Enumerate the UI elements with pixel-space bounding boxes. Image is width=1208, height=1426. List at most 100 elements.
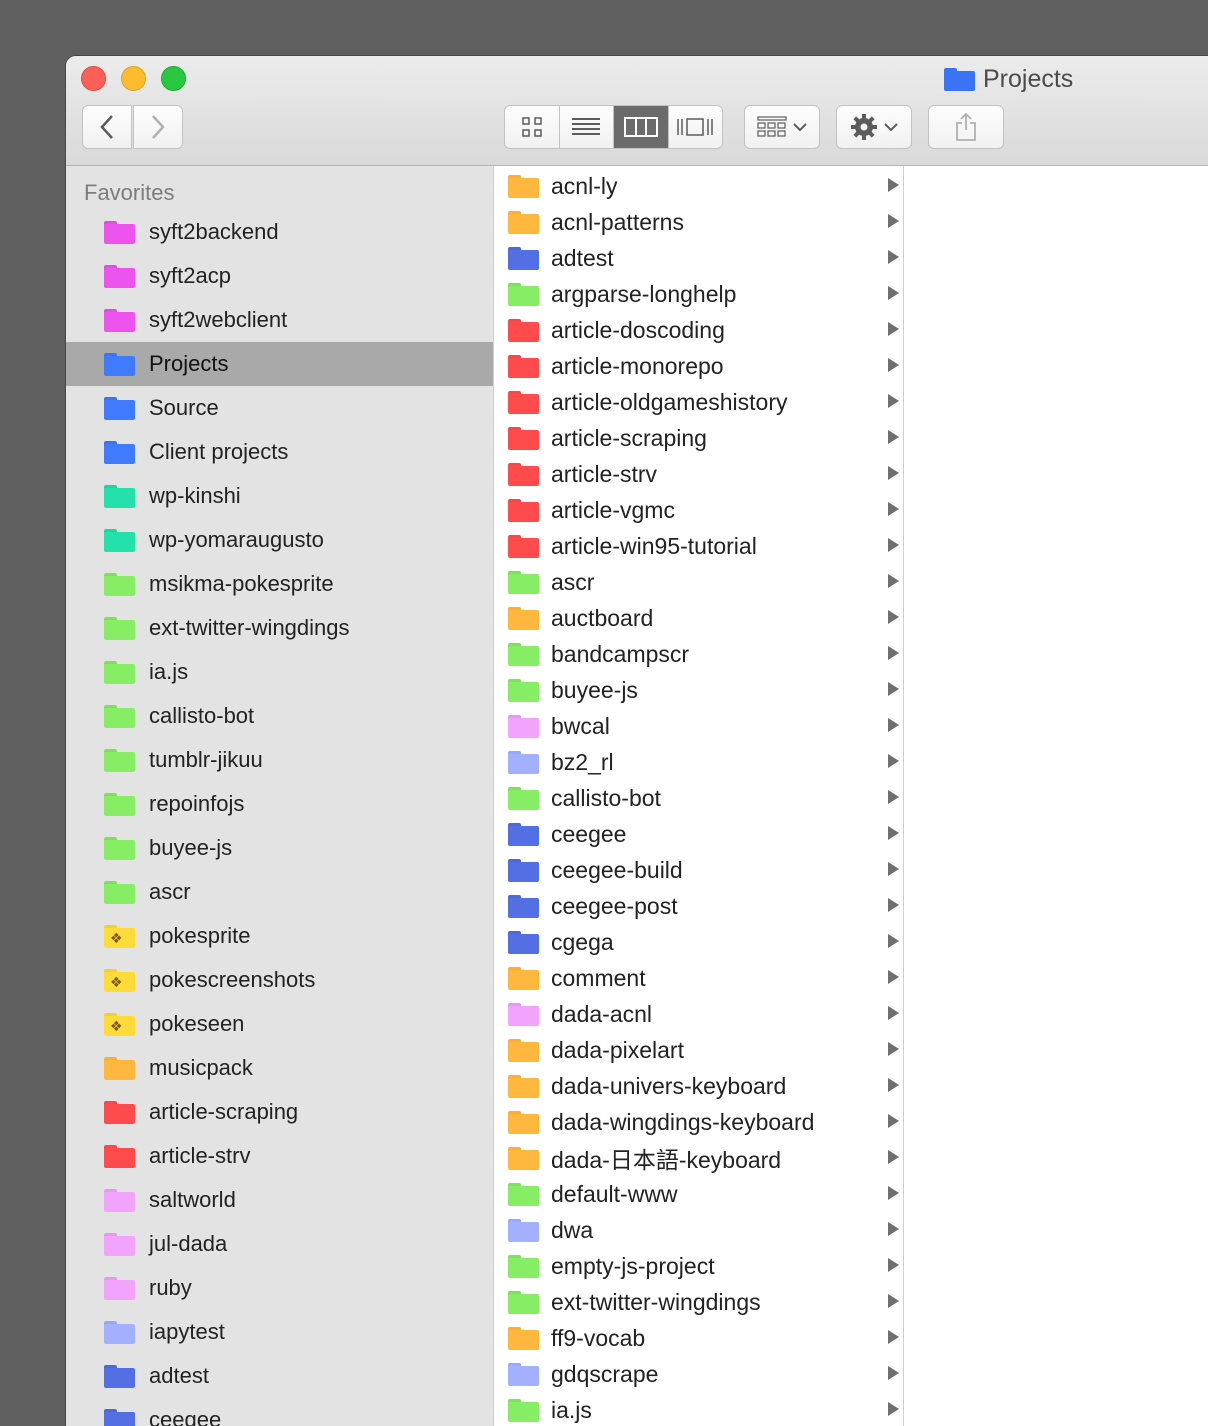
sidebar-item[interactable]: wp-kinshi: [66, 474, 493, 518]
disclosure-arrow-icon: [888, 466, 899, 480]
folder-icon: [508, 1218, 539, 1242]
back-button[interactable]: [82, 105, 132, 149]
column-item[interactable]: article-strv: [496, 456, 903, 492]
window-title: Projects: [944, 64, 1073, 94]
sidebar-item[interactable]: article-scraping: [66, 1090, 493, 1134]
zoom-button[interactable]: [161, 66, 186, 91]
column-item-label: dada-pixelart: [551, 1036, 684, 1063]
disclosure-arrow-icon: [888, 286, 899, 300]
sidebar-section-favorites: Favorites: [84, 180, 175, 205]
sidebar-item[interactable]: ruby: [66, 1266, 493, 1310]
column-item[interactable]: dada-pixelart: [496, 1032, 903, 1068]
sidebar-item-label: ia.js: [149, 659, 189, 684]
column-item[interactable]: ia.js: [496, 1392, 903, 1426]
sidebar-item[interactable]: musicpack: [66, 1046, 493, 1090]
sidebar-item[interactable]: repoinfojs: [66, 782, 493, 826]
column-item[interactable]: ceegee-build: [496, 852, 903, 888]
column-item[interactable]: dada-wingdings-keyboard: [496, 1104, 903, 1140]
sidebar-item[interactable]: Client projects: [66, 430, 493, 474]
column-item-label: dada-日本語-keyboard: [551, 1147, 782, 1173]
column-item[interactable]: auctboard: [496, 600, 903, 636]
sidebar-item[interactable]: Projects: [66, 342, 493, 386]
sidebar-item[interactable]: syft2webclient: [66, 298, 493, 342]
column-item[interactable]: ceegee-post: [496, 888, 903, 924]
column-item[interactable]: comment: [496, 960, 903, 996]
column-item[interactable]: bz2_rl: [496, 744, 903, 780]
sidebar-item[interactable]: ❖ pokesprite: [66, 914, 493, 958]
sidebar-item-label: ext-twitter-wingdings: [149, 615, 350, 640]
disclosure-arrow-icon: [888, 502, 899, 516]
column-item[interactable]: dada-acnl: [496, 996, 903, 1032]
column-item[interactable]: bwcal: [496, 708, 903, 744]
action-button[interactable]: [836, 105, 912, 149]
column-view-button[interactable]: [614, 106, 669, 148]
column-item[interactable]: argparse-longhelp: [496, 276, 903, 312]
sidebar-item[interactable]: ascr: [66, 870, 493, 914]
column-item[interactable]: article-vgmc: [496, 492, 903, 528]
column-item[interactable]: article-oldgameshistory: [496, 384, 903, 420]
folder-icon: [104, 396, 135, 420]
column-item[interactable]: ff9-vocab: [496, 1320, 903, 1356]
column-item-label: bandcampscr: [551, 640, 690, 667]
sidebar-item-label: ruby: [149, 1275, 192, 1300]
sidebar-item[interactable]: iapytest: [66, 1310, 493, 1354]
column-item[interactable]: article-scraping: [496, 420, 903, 456]
column-item[interactable]: buyee-js: [496, 672, 903, 708]
sidebar-item[interactable]: syft2acp: [66, 254, 493, 298]
list-view-button[interactable]: [560, 106, 614, 148]
column-item[interactable]: default-www: [496, 1176, 903, 1212]
column-item[interactable]: article-monorepo: [496, 348, 903, 384]
sidebar-item[interactable]: article-strv: [66, 1134, 493, 1178]
icon-view-button[interactable]: [505, 106, 560, 148]
column-item[interactable]: cgega: [496, 924, 903, 960]
folder-icon: [104, 308, 135, 332]
column-item[interactable]: ceegee: [496, 816, 903, 852]
column-item[interactable]: callisto-bot: [496, 780, 903, 816]
sidebar-item[interactable]: Source: [66, 386, 493, 430]
column-item[interactable]: article-win95-tutorial: [496, 528, 903, 564]
column-item[interactable]: ext-twitter-wingdings: [496, 1284, 903, 1320]
sidebar-item[interactable]: syft2backend: [66, 210, 493, 254]
column-item[interactable]: adtest: [496, 240, 903, 276]
cover-flow-view-button[interactable]: [669, 106, 723, 148]
sidebar-item[interactable]: buyee-js: [66, 826, 493, 870]
column-item[interactable]: acnl-patterns: [496, 204, 903, 240]
sidebar-item[interactable]: callisto-bot: [66, 694, 493, 738]
chevron-down-icon: [884, 123, 898, 132]
forward-button[interactable]: [133, 105, 183, 149]
folder-icon: [508, 642, 539, 666]
column-item-label: dwa: [551, 1216, 594, 1243]
folder-icon: [508, 1362, 539, 1386]
sidebar-item[interactable]: ceegee: [66, 1398, 493, 1426]
column-item[interactable]: dada-univers-keyboard: [496, 1068, 903, 1104]
close-button[interactable]: [81, 66, 106, 91]
sidebar-item[interactable]: ❖ pokeseen: [66, 1002, 493, 1046]
browser-column-projects: acnl-ly acnl-patterns adtest argparse-longh…: [496, 166, 904, 1426]
sidebar-item[interactable]: ❖ pokescreenshots: [66, 958, 493, 1002]
column-item[interactable]: dwa: [496, 1212, 903, 1248]
sidebar-item[interactable]: wp-yomaraugusto: [66, 518, 493, 562]
sidebar-item[interactable]: ext-twitter-wingdings: [66, 606, 493, 650]
column-item[interactable]: empty-js-project: [496, 1248, 903, 1284]
sidebar-item[interactable]: adtest: [66, 1354, 493, 1398]
share-button[interactable]: [928, 105, 1004, 149]
column-item-label: ceegee-post: [551, 892, 678, 919]
sidebar-item[interactable]: jul-dada: [66, 1222, 493, 1266]
sidebar-item[interactable]: msikma-pokesprite: [66, 562, 493, 606]
column-item[interactable]: gdqscrape: [496, 1356, 903, 1392]
sidebar-item[interactable]: tumblr-jikuu: [66, 738, 493, 782]
sidebar-item[interactable]: saltworld: [66, 1178, 493, 1222]
minimize-button[interactable]: [121, 66, 146, 91]
column-item[interactable]: dada-日本語-keyboard: [496, 1140, 903, 1176]
column-item[interactable]: acnl-ly: [496, 168, 903, 204]
disclosure-arrow-icon: [888, 682, 899, 696]
column-item[interactable]: bandcampscr: [496, 636, 903, 672]
folder-icon: [508, 786, 539, 810]
column-item[interactable]: ascr: [496, 564, 903, 600]
folder-icon: [104, 660, 135, 684]
column-item-label: ff9-vocab: [551, 1324, 646, 1351]
sidebar-item-label: callisto-bot: [149, 703, 255, 728]
column-item[interactable]: article-doscoding: [496, 312, 903, 348]
group-by-button[interactable]: [744, 105, 820, 149]
sidebar-item[interactable]: ia.js: [66, 650, 493, 694]
